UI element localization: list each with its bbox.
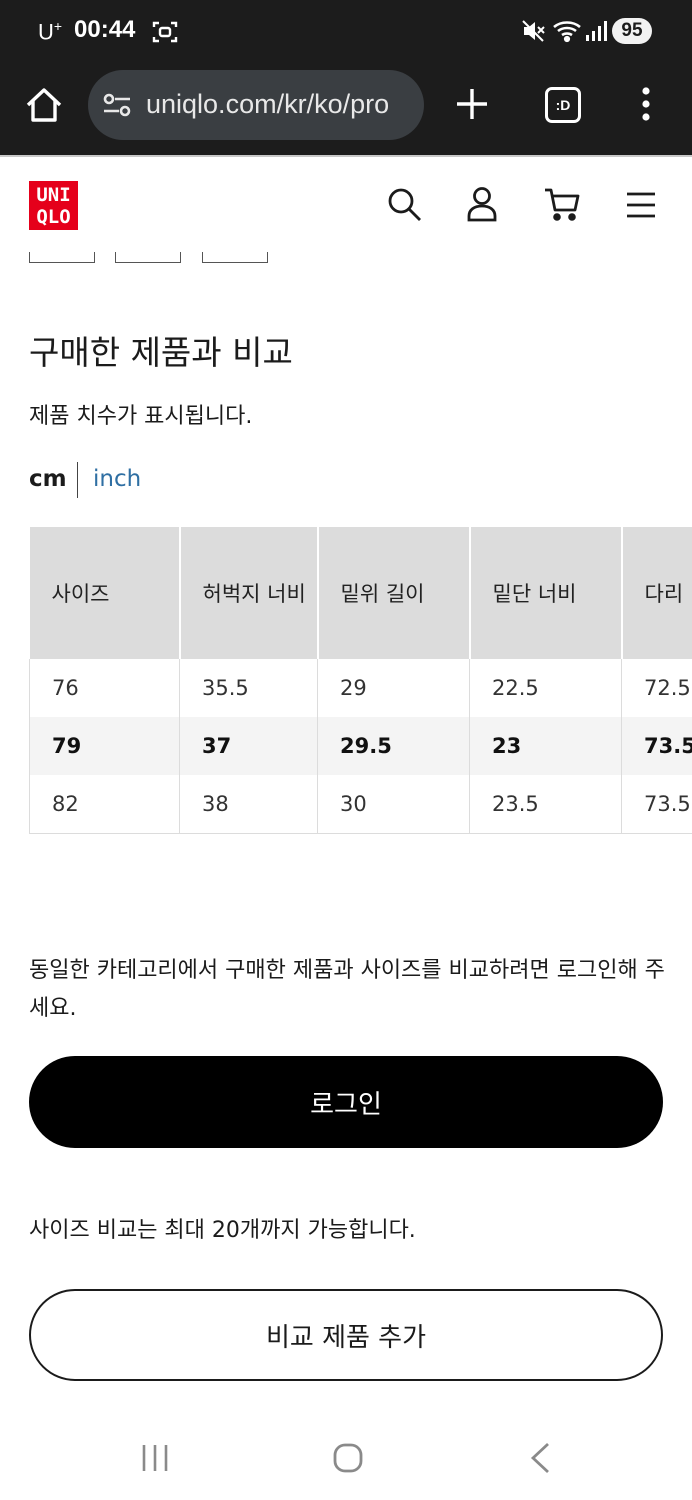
table-cell: 30: [317, 775, 470, 834]
table-cell: 22.5: [469, 659, 622, 717]
table-row: 76 35.5 29 22.5 72.5: [29, 659, 692, 717]
tab-switcher-button[interactable]: :D: [545, 87, 581, 123]
plus-icon[interactable]: [454, 86, 490, 126]
uniqlo-logo[interactable]: UNI QLO: [29, 181, 78, 230]
url-text[interactable]: uniqlo.com/kr/ko/pro: [146, 89, 389, 120]
status-bar: U+ 00:44 95: [0, 0, 692, 64]
column-header: 밑단 너비: [469, 527, 623, 659]
login-button[interactable]: 로그인: [29, 1056, 663, 1148]
swatch[interactable]: [29, 252, 95, 263]
section-subtitle: 제품 치수가 표시됩니다.: [29, 404, 253, 429]
screen-record-icon: [152, 20, 178, 48]
cart-icon[interactable]: [543, 186, 581, 226]
unit-toggle-inch[interactable]: inch: [93, 466, 141, 492]
user-icon[interactable]: [466, 186, 498, 226]
clock: 00:44: [74, 16, 136, 43]
table-cell: 23.5: [469, 775, 622, 834]
compare-limit-text: 사이즈 비교는 최대 20개까지 가능합니다.: [29, 1218, 416, 1243]
logo-line-2: QLO: [36, 205, 71, 228]
column-header: 다리: [621, 527, 692, 659]
home-icon[interactable]: [24, 86, 64, 126]
toolbar-divider: [0, 155, 692, 157]
table-row-selected: 79 37 29.5 23 73.5: [29, 717, 692, 775]
table-row: 82 38 30 23.5 73.5: [29, 775, 692, 834]
recents-icon[interactable]: [140, 1443, 170, 1477]
signal-icon: [585, 20, 607, 46]
more-vert-icon[interactable]: [640, 86, 652, 126]
logo-line-1: UNI: [36, 183, 71, 206]
table-cell: 23: [469, 717, 622, 775]
add-compare-product-button[interactable]: 비교 제품 추가: [29, 1289, 663, 1381]
back-icon[interactable]: [528, 1441, 552, 1479]
table-cell: 72.5: [621, 659, 692, 717]
column-header: 허벅지 너비: [179, 527, 319, 659]
tune-icon[interactable]: [102, 93, 132, 121]
table-cell: 73.5: [621, 717, 692, 775]
home-nav-icon[interactable]: [332, 1442, 364, 1478]
system-nav-bar: [0, 1415, 692, 1500]
address-bar[interactable]: uniqlo.com/kr/ko/pro: [88, 70, 424, 140]
menu-icon[interactable]: [625, 186, 657, 226]
size-table-scroll[interactable]: 사이즈 허벅지 너비 밑위 길이 밑단 너비 다리 76 35.5 29 22.…: [29, 527, 692, 835]
table-cell: 29: [317, 659, 470, 717]
unit-toggle-cm[interactable]: cm: [29, 466, 67, 492]
carrier-label: U+: [38, 18, 63, 45]
login-prompt-text: 동일한 카테고리에서 구매한 제품과 사이즈를 비교하려면 로그인해 주세요.: [29, 958, 665, 1021]
table-cell: 35.5: [179, 659, 318, 717]
table-cell: 37: [179, 717, 318, 775]
table-cell: 38: [179, 775, 318, 834]
battery-indicator: 95: [612, 18, 652, 44]
swatch[interactable]: [202, 252, 268, 263]
table-cell: 73.5: [621, 775, 692, 834]
browser-toolbar: uniqlo.com/kr/ko/pro :D: [0, 64, 692, 156]
wifi-icon: [552, 18, 582, 48]
search-icon[interactable]: [386, 186, 422, 226]
column-header: 밑위 길이: [317, 527, 471, 659]
table-cell: 76: [29, 659, 180, 717]
column-header: 사이즈: [29, 527, 181, 659]
mute-icon: [520, 18, 546, 48]
swatch[interactable]: [115, 252, 181, 263]
table-cell: 82: [29, 775, 180, 834]
size-table: 사이즈 허벅지 너비 밑위 길이 밑단 너비 다리 76 35.5 29 22.…: [29, 527, 692, 834]
unit-divider: [77, 462, 78, 498]
section-title: 구매한 제품과 비교: [29, 333, 293, 372]
table-cell: 79: [29, 717, 180, 775]
table-cell: 29.5: [317, 717, 470, 775]
table-header-row: 사이즈 허벅지 너비 밑위 길이 밑단 너비 다리: [29, 527, 692, 659]
